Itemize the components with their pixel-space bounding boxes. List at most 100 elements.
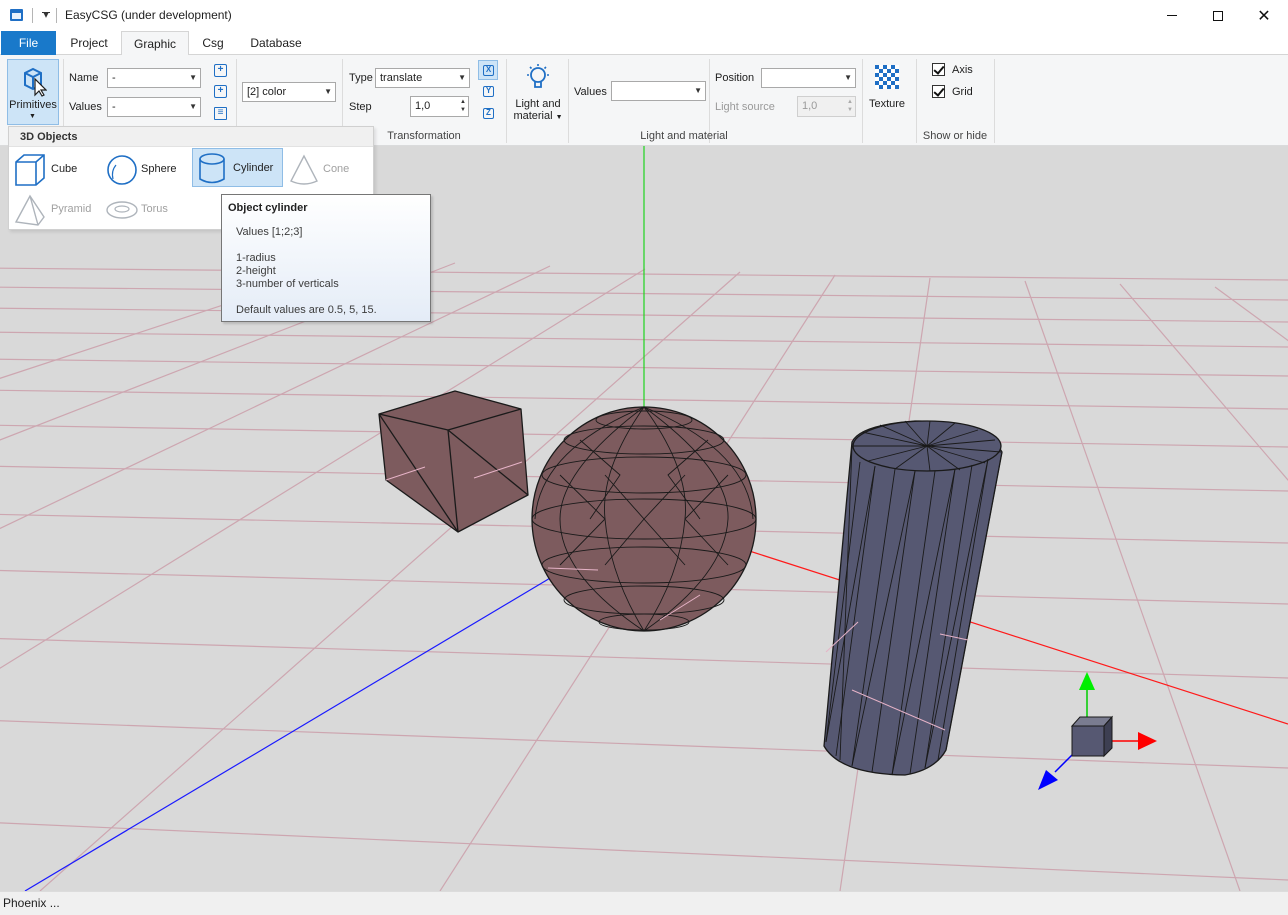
gallery-item-sphere[interactable]: Sphere <box>103 149 191 189</box>
position-combo[interactable]: ▼ <box>761 68 856 88</box>
chevron-down-icon: ▼ <box>324 87 332 96</box>
spinner-arrows-icon[interactable]: ▲ ▼ <box>847 98 853 114</box>
tooltip-line: 3-number of verticals <box>236 278 339 290</box>
cone-icon <box>290 154 318 185</box>
axis-y-button[interactable]: Y <box>478 81 498 101</box>
values-label: Values <box>69 101 102 113</box>
type-label: Type <box>349 72 373 84</box>
light-source-label: Light source <box>715 101 775 113</box>
material-label: material <box>513 110 553 122</box>
app-icon[interactable] <box>10 9 23 21</box>
pyramid-icon <box>14 194 45 226</box>
light-and-material-label-line2: material ▼ <box>510 110 566 122</box>
color-combo-value: [2] color <box>247 86 287 98</box>
y-axis-icon: Y <box>483 86 494 97</box>
gallery-item-pyramid[interactable]: Pyramid <box>11 189 101 229</box>
tab-csg[interactable]: Csg <box>193 31 233 55</box>
add-object-icon[interactable]: + <box>214 64 227 77</box>
tab-project[interactable]: Project <box>60 31 118 55</box>
light-source-spinner[interactable]: 1,0 ▲ ▼ <box>797 96 856 117</box>
tooltip-line: Default values are 0.5, 5, 15. <box>236 304 377 316</box>
minimize-icon <box>1167 15 1177 16</box>
axis-x-button[interactable]: X <box>478 60 498 80</box>
light-and-material-label: Light and <box>515 98 561 110</box>
grid-checkbox[interactable] <box>932 85 945 98</box>
tooltip-line: Values [1;2;3] <box>236 226 303 238</box>
transform-type-combo[interactable]: translate ▼ <box>375 68 470 88</box>
gallery-header: 3D Objects <box>9 127 373 147</box>
transform-type-value: translate <box>380 72 423 84</box>
gallery-item-cylinder[interactable]: Cylinder <box>192 148 283 187</box>
status-bar: Phoenix ... <box>0 891 1288 915</box>
step-spinner[interactable]: 1,0 ▲ ▼ <box>410 96 469 117</box>
cube-label: Cube <box>51 163 78 175</box>
position-label: Position <box>715 72 755 84</box>
gallery-item-cube[interactable]: Cube <box>11 149 101 189</box>
step-value: 1,0 <box>415 100 431 112</box>
minimize-button[interactable] <box>1149 0 1195 31</box>
delete-icon[interactable]: ≡ <box>214 107 227 120</box>
duplicate-object-icon[interactable]: + <box>214 85 227 98</box>
cylinder-object[interactable] <box>823 420 1003 776</box>
cube-icon <box>15 154 45 186</box>
tooltip-title: Object cylinder <box>228 202 308 214</box>
close-button[interactable]: ✕ <box>1241 0 1287 31</box>
tab-graphic[interactable]: Graphic <box>121 31 189 56</box>
tab-file[interactable]: File <box>1 31 56 55</box>
z-axis-line <box>24 564 573 891</box>
chevron-down-icon: ▼ <box>189 73 197 82</box>
orientation-gizmo[interactable] <box>1038 672 1157 790</box>
sphere-object[interactable] <box>531 406 757 632</box>
light-bulb-icon <box>527 64 549 88</box>
gallery-item-cone[interactable]: Cone <box>285 149 371 189</box>
cylinder-label: Cylinder <box>233 162 274 174</box>
chevron-down-icon: ▼ <box>555 114 563 121</box>
group-divider <box>994 59 995 143</box>
cylinder-tooltip: Object cylinder Values [1;2;3] 1-radius … <box>221 194 431 322</box>
group-divider <box>862 59 863 143</box>
tooltip-line: 2-height <box>236 265 276 277</box>
primitives-button[interactable]: Primitives ▼ <box>7 59 59 125</box>
axis-checkbox[interactable] <box>932 63 945 76</box>
light-and-material-button[interactable]: Light and material ▼ <box>510 59 566 125</box>
primitives-icon <box>24 67 47 97</box>
name-combo[interactable]: - ▼ <box>107 68 201 88</box>
texture-checker-icon <box>875 65 899 89</box>
axis-z-button[interactable]: Z <box>478 103 498 123</box>
chevron-down-icon: ▼ <box>29 113 36 120</box>
maximize-button[interactable] <box>1195 0 1241 31</box>
scene-canvas[interactable] <box>0 146 1288 891</box>
light-values-label: Values <box>574 86 607 98</box>
grid-label: Grid <box>952 86 973 98</box>
primitives-label: Primitives <box>9 99 57 111</box>
x-axis-icon: X <box>483 65 494 76</box>
texture-label: Texture <box>868 98 906 110</box>
tooltip-line: 1-radius <box>236 252 276 264</box>
cube-object[interactable] <box>378 390 529 533</box>
light-source-value: 1,0 <box>802 100 818 112</box>
close-icon: ✕ <box>1257 5 1271 25</box>
texture-button[interactable]: Texture <box>864 59 910 125</box>
ribbon-tab-bar: File Project Graphic Csg Database ︿ ? <box>0 31 1288 82</box>
name-label: Name <box>69 72 99 84</box>
light-group-label: Light and material <box>640 130 728 142</box>
spinner-arrows-icon[interactable]: ▲ ▼ <box>460 98 466 114</box>
window-title: EasyCSG (under development) <box>65 8 232 22</box>
sphere-icon <box>107 155 137 185</box>
chevron-down-icon: ▼ <box>844 73 852 82</box>
quick-access-dropdown-icon[interactable]: ▾ <box>40 9 52 22</box>
color-combo[interactable]: [2] color ▼ <box>242 82 336 102</box>
values-combo[interactable]: - ▼ <box>107 97 201 117</box>
maximize-icon <box>1213 10 1223 21</box>
gallery-item-torus[interactable]: Torus <box>103 189 191 229</box>
show-hide-group-label: Show or hide <box>922 130 988 142</box>
torus-label: Torus <box>141 203 168 215</box>
3d-viewport[interactable] <box>0 146 1288 891</box>
pyramid-label: Pyramid <box>51 203 92 215</box>
chevron-down-icon: ▼ <box>694 86 702 95</box>
z-axis-icon: Z <box>483 108 494 119</box>
light-values-combo[interactable]: ▼ <box>611 81 706 101</box>
cylinder-icon <box>199 153 225 184</box>
title-bar: ▾ EasyCSG (under development) ✕ <box>0 0 1288 31</box>
tab-database[interactable]: Database <box>238 31 314 55</box>
